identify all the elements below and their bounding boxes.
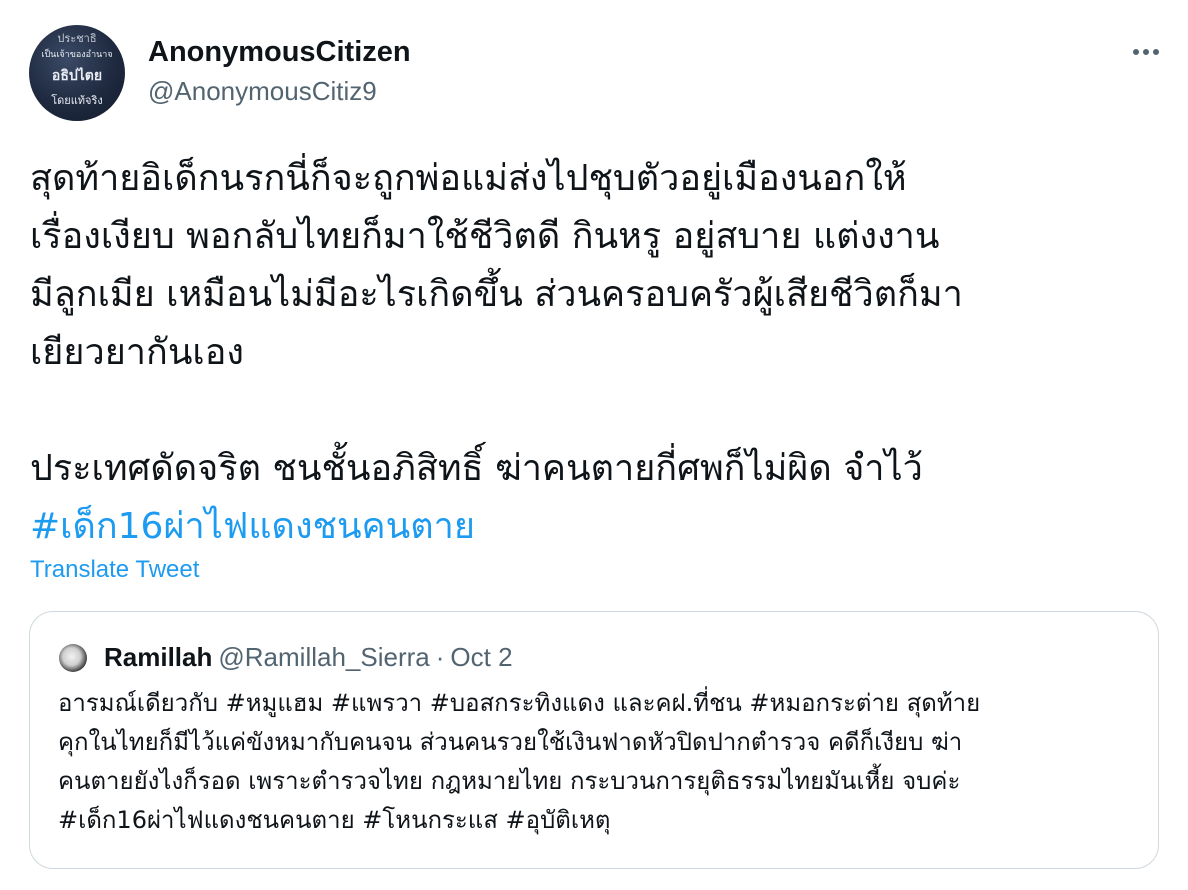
avatar-text-line: อธิปไตย <box>51 68 103 84</box>
tweet-text-line: เรื่องเงียบ พอกลับไทยก็มาใช้ชีวิตดี กินห… <box>30 216 940 257</box>
quote-text: อารมณ์เดียวกับ #หมูแฮม #แพรวา #บอสกระทิง… <box>58 684 1138 840</box>
more-options-button[interactable] <box>1122 34 1170 70</box>
tweet-hashtag-link[interactable]: #เด็ก16ผ่าไฟแดงชนคนตาย <box>30 498 1160 556</box>
quote-text-line: คุกในไทยก็มีไว้แค่ขังหมากับคนจน ส่วนคนรว… <box>58 728 963 756</box>
tweet-text-line: ประเทศดัดจริต ชนชั้นอภิสิทธิ์ ฆ่าคนตายกี… <box>30 448 923 489</box>
quoted-tweet[interactable]: Ramillah @Ramillah_Sierra · Oct 2 อารมณ์เดี… <box>29 611 1159 869</box>
tweet-text-line: เยียวยากันเอง <box>30 332 244 373</box>
quote-date[interactable]: Oct 2 <box>450 642 512 672</box>
quote-text-line: #เด็ก16ผ่าไฟแดงชนคนตาย #โหนกระแส #อุบัติ… <box>58 806 611 834</box>
more-horizontal-icon <box>1143 49 1149 55</box>
quote-header: Ramillah @Ramillah_Sierra · Oct 2 <box>104 642 513 673</box>
quote-author-name[interactable]: Ramillah <box>104 642 212 672</box>
author-name[interactable]: AnonymousCitizen <box>148 36 411 69</box>
more-horizontal-icon <box>1153 49 1159 55</box>
quote-text-line: อารมณ์เดียวกับ #หมูแฮม #แพรวา #บอสกระทิง… <box>58 689 981 717</box>
avatar-text-line: โดยแท้จริง <box>51 94 103 107</box>
quote-avatar[interactable] <box>59 644 87 672</box>
translate-tweet-link[interactable]: Translate Tweet <box>30 556 199 584</box>
more-horizontal-icon <box>1133 49 1139 55</box>
quote-separator: · <box>435 642 445 672</box>
avatar-text-line: ประชาธิ <box>57 32 97 45</box>
author-handle[interactable]: @AnonymousCitiz9 <box>148 76 377 107</box>
quote-text-line: คนตายยังไงก็รอด เพราะตำรวจไทย กฎหมายไทย … <box>58 767 961 795</box>
author-avatar[interactable]: ประชาธิ เป็นเจ้าของอำนาจ อธิปไตย โดยแท้จ… <box>29 25 125 121</box>
avatar-text-line: เป็นเจ้าของอำนาจ <box>41 50 113 60</box>
tweet-text-line: สุดท้ายอิเด็กนรกนี่ก็จะถูกพ่อแม่ส่งไปชุบ… <box>30 158 907 199</box>
tweet-text-line: มีลูกเมีย เหมือนไม่มีอะไรเกิดขึ้น ส่วนคร… <box>30 274 963 315</box>
quote-author-handle[interactable]: @Ramillah_Sierra <box>218 642 429 672</box>
tweet-text: สุดท้ายอิเด็กนรกนี่ก็จะถูกพ่อแม่ส่งไปชุบ… <box>30 150 1160 556</box>
